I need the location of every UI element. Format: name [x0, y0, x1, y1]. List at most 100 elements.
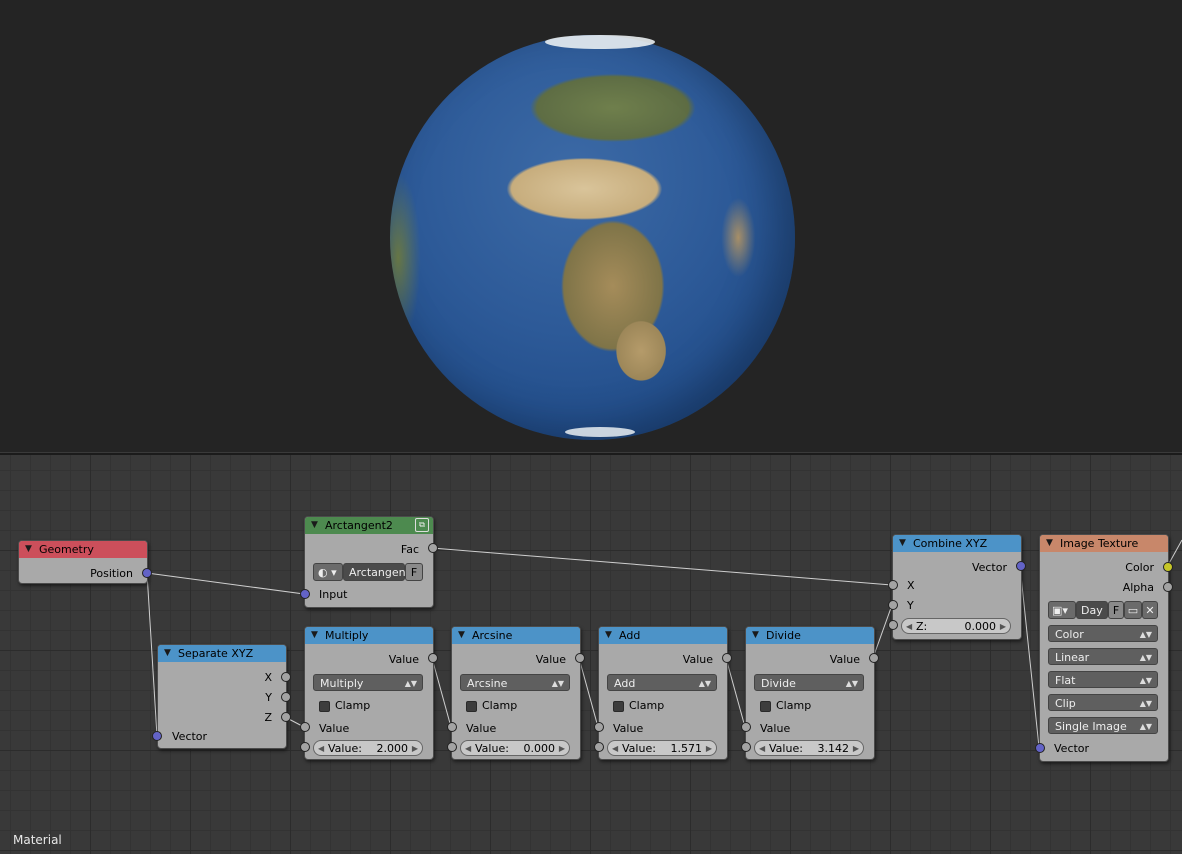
- image-name-field[interactable]: Day: [1076, 601, 1108, 619]
- value-field-label: Value:: [769, 742, 803, 755]
- collapse-triangle-icon[interactable]: ▼: [311, 517, 318, 534]
- socket-value2-in[interactable]: [594, 742, 604, 752]
- color-space-dropdown[interactable]: Color ▲▼: [1048, 625, 1158, 642]
- socket-value2-in[interactable]: [741, 742, 751, 752]
- node-group-icon[interactable]: ⧉: [415, 518, 429, 532]
- decrement-arrow-icon[interactable]: ◀: [318, 741, 324, 757]
- checkbox-box[interactable]: [319, 701, 330, 712]
- node-header[interactable]: ▼ Multiply: [305, 627, 433, 644]
- socket-vector-out[interactable]: [1016, 561, 1026, 571]
- checkbox-box[interactable]: [466, 701, 477, 712]
- fake-user-button[interactable]: F: [1108, 601, 1124, 619]
- socket-value-in[interactable]: [447, 722, 457, 732]
- increment-arrow-icon[interactable]: ▶: [559, 741, 565, 757]
- socket-color-out[interactable]: [1163, 562, 1173, 572]
- collapse-triangle-icon[interactable]: ▼: [458, 627, 465, 644]
- socket-vector-in[interactable]: [152, 731, 162, 741]
- value-field[interactable]: ◀ Value: 1.571 ▶: [607, 740, 717, 756]
- arctangent2-group-node[interactable]: ▼ Arctangent2 ⧉ Fac ◐ ▾ Arctangent F Inpu…: [304, 516, 434, 608]
- socket-value-out[interactable]: [575, 653, 585, 663]
- output-value-label: Value: [682, 653, 713, 666]
- collapse-triangle-icon[interactable]: ▼: [899, 535, 906, 552]
- dropdown-value: Single Image: [1055, 720, 1127, 733]
- close-icon[interactable]: ✕: [1142, 601, 1158, 619]
- socket-y-in[interactable]: [888, 600, 898, 610]
- 3d-viewport[interactable]: [0, 0, 1182, 452]
- operation-dropdown[interactable]: Divide ▲▼: [754, 674, 864, 691]
- node-header[interactable]: ▼ Arctangent2 ⧉: [305, 517, 433, 534]
- socket-y-out[interactable]: [281, 692, 291, 702]
- socket-value-in[interactable]: [300, 722, 310, 732]
- interpolation-dropdown[interactable]: Linear ▲▼: [1048, 648, 1158, 665]
- checkbox-box[interactable]: [613, 701, 624, 712]
- socket-input-in[interactable]: [300, 589, 310, 599]
- collapse-triangle-icon[interactable]: ▼: [25, 541, 32, 558]
- fake-user-button[interactable]: F: [405, 563, 423, 581]
- collapse-triangle-icon[interactable]: ▼: [1046, 535, 1053, 552]
- checkbox-box[interactable]: [760, 701, 771, 712]
- arcsine-node[interactable]: ▼ Arcsine Value Arcsine ▲▼ Clamp Value ◀ Va…: [451, 626, 581, 760]
- node-tree-name-field[interactable]: Arctangent: [343, 563, 410, 581]
- divide-node[interactable]: ▼ Divide Value Divide ▲▼ Clamp Value ◀ Valu…: [745, 626, 875, 760]
- decrement-arrow-icon[interactable]: ◀: [612, 741, 618, 757]
- increment-arrow-icon[interactable]: ▶: [412, 741, 418, 757]
- multiply-node[interactable]: ▼ Multiply Value Multiply ▲▼ Clamp Value ◀…: [304, 626, 434, 760]
- earth-globe-render: [390, 35, 795, 440]
- increment-arrow-icon[interactable]: ▶: [1000, 619, 1006, 635]
- value-field[interactable]: ◀ Value: 0.000 ▶: [460, 740, 570, 756]
- value-field[interactable]: ◀ Value: 2.000 ▶: [313, 740, 423, 756]
- separate-xyz-node[interactable]: ▼ Separate XYZ X Y Z Vector: [157, 644, 287, 749]
- collapse-triangle-icon[interactable]: ▼: [164, 645, 171, 662]
- node-header[interactable]: ▼ Combine XYZ: [893, 535, 1021, 552]
- node-header[interactable]: ▼ Arcsine: [452, 627, 580, 644]
- decrement-arrow-icon[interactable]: ◀: [906, 619, 912, 635]
- combine-xyz-node[interactable]: ▼ Combine XYZ Vector X Y ◀ Z: 0.000 ▶: [892, 534, 1022, 640]
- increment-arrow-icon[interactable]: ▶: [706, 741, 712, 757]
- socket-value2-in[interactable]: [447, 742, 457, 752]
- socket-value-out[interactable]: [869, 653, 879, 663]
- socket-value-in[interactable]: [594, 722, 604, 732]
- open-folder-icon[interactable]: ▭: [1124, 601, 1142, 619]
- geometry-node[interactable]: ▼ Geometry Position: [18, 540, 148, 584]
- collapse-triangle-icon[interactable]: ▼: [605, 627, 612, 644]
- operation-dropdown[interactable]: Arcsine ▲▼: [460, 674, 570, 691]
- add-node[interactable]: ▼ Add Value Add ▲▼ Clamp Value ◀ Value: 1.57…: [598, 626, 728, 760]
- node-header[interactable]: ▼ Separate XYZ: [158, 645, 286, 662]
- collapse-triangle-icon[interactable]: ▼: [311, 627, 318, 644]
- z-value-field[interactable]: ◀ Z: 0.000 ▶: [901, 618, 1011, 634]
- node-header[interactable]: ▼ Image Texture: [1040, 535, 1168, 552]
- decrement-arrow-icon[interactable]: ◀: [759, 741, 765, 757]
- node-header[interactable]: ▼ Divide: [746, 627, 874, 644]
- value-field[interactable]: ◀ Value: 3.142 ▶: [754, 740, 864, 756]
- node-tree-browse[interactable]: ◐ ▾: [313, 563, 343, 581]
- image-texture-node[interactable]: ▼ Image Texture Color Alpha ▣▾ Day F ▭ ✕ …: [1039, 534, 1169, 762]
- operation-dropdown[interactable]: Multiply ▲▼: [313, 674, 423, 691]
- socket-vector-in[interactable]: [1035, 743, 1045, 753]
- source-dropdown[interactable]: Single Image ▲▼: [1048, 717, 1158, 734]
- collapse-triangle-icon[interactable]: ▼: [752, 627, 759, 644]
- image-browse-icon[interactable]: ▣▾: [1048, 601, 1076, 619]
- socket-alpha-out[interactable]: [1163, 582, 1173, 592]
- node-header[interactable]: ▼ Geometry: [19, 541, 147, 558]
- extension-dropdown[interactable]: Clip ▲▼: [1048, 694, 1158, 711]
- z-field-label: Z:: [916, 620, 928, 633]
- operation-dropdown[interactable]: Add ▲▼: [607, 674, 717, 691]
- input-y-label: Y: [907, 599, 914, 612]
- dropdown-value: Color: [1055, 628, 1084, 641]
- socket-value-out[interactable]: [428, 653, 438, 663]
- decrement-arrow-icon[interactable]: ◀: [465, 741, 471, 757]
- socket-fac-out[interactable]: [428, 543, 438, 553]
- socket-x-out[interactable]: [281, 672, 291, 682]
- socket-z-in[interactable]: [888, 620, 898, 630]
- socket-position-out[interactable]: [142, 568, 152, 578]
- node-header[interactable]: ▼ Add: [599, 627, 727, 644]
- output-color-label: Color: [1125, 561, 1154, 574]
- increment-arrow-icon[interactable]: ▶: [853, 741, 859, 757]
- socket-value-out[interactable]: [722, 653, 732, 663]
- socket-value2-in[interactable]: [300, 742, 310, 752]
- projection-dropdown[interactable]: Flat ▲▼: [1048, 671, 1158, 688]
- node-title: Combine XYZ: [913, 537, 988, 550]
- socket-z-out[interactable]: [281, 712, 291, 722]
- socket-value-in[interactable]: [741, 722, 751, 732]
- socket-x-in[interactable]: [888, 580, 898, 590]
